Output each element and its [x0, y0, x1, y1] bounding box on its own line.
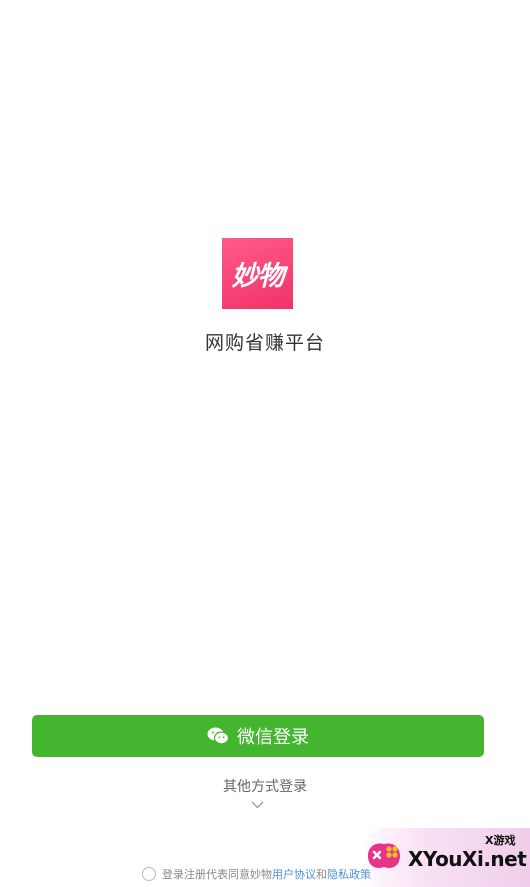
gamepad-icon	[368, 843, 400, 868]
app-tagline: 网购省赚平台	[204, 332, 325, 354]
agreement-checkbox[interactable]	[142, 867, 156, 881]
wechat-login-button[interactable]: 微信登录	[32, 715, 484, 757]
watermark-brand: XYouXi.net	[408, 847, 527, 871]
app-logo: 妙物	[222, 238, 293, 309]
chevron-down-icon[interactable]	[251, 800, 264, 810]
watermark-brand-cn: X游戏	[485, 834, 516, 847]
agreement-and-text: 和	[316, 868, 327, 881]
wechat-icon	[207, 727, 229, 745]
agreement-row: 登录注册代表同意妙物 用户协议 和 隐私政策	[142, 866, 371, 882]
app-logo-text: 妙物	[231, 261, 285, 292]
other-login-methods-link[interactable]: 其他方式登录	[0, 776, 530, 796]
agreement-text: 登录注册代表同意妙物	[162, 868, 272, 881]
wechat-login-label: 微信登录	[237, 727, 309, 748]
user-agreement-link[interactable]: 用户协议	[272, 866, 316, 882]
watermark: X游戏 XYouXi.net	[358, 828, 530, 887]
